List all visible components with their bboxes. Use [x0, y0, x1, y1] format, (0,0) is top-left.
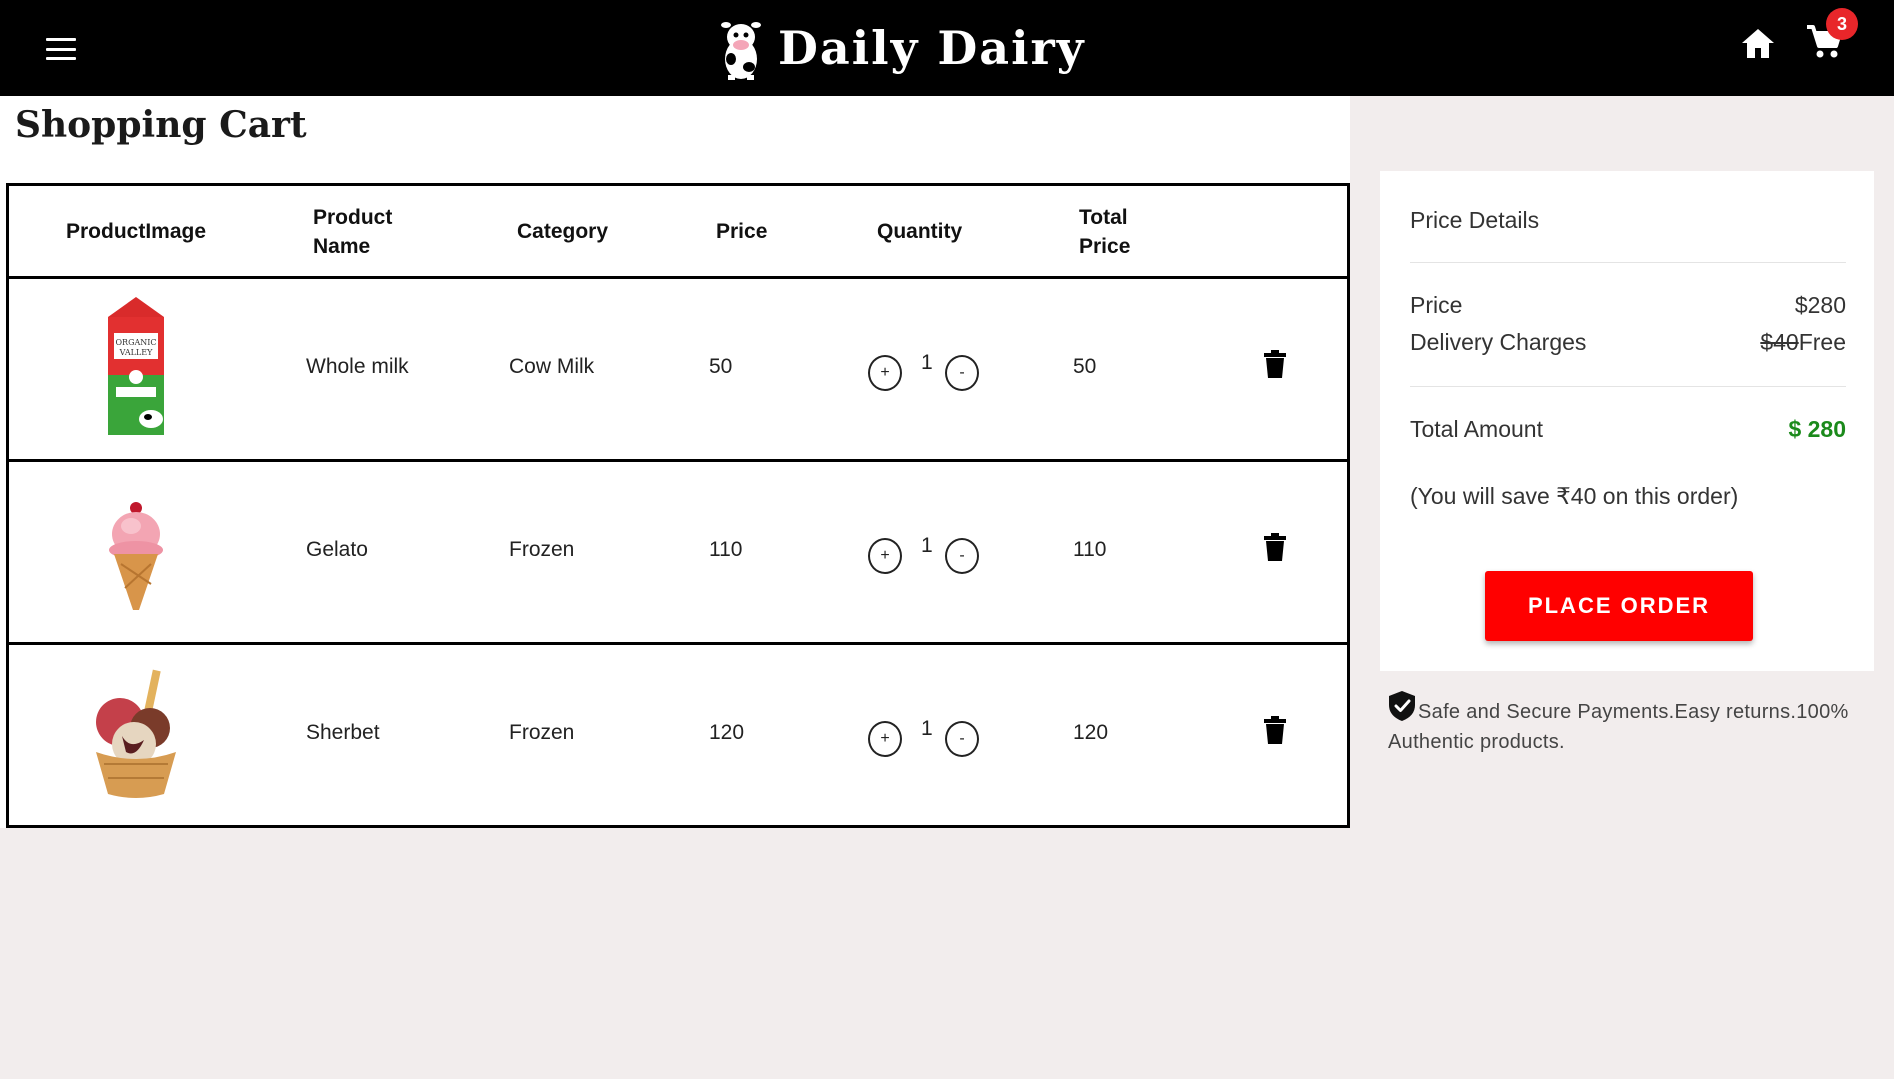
home-icon[interactable] — [1740, 26, 1776, 60]
header-product-image: ProductImage — [66, 220, 207, 243]
quantity-decrease-button[interactable]: - — [945, 538, 979, 574]
header-product-name: Product Name — [313, 206, 393, 258]
product-price: 50 — [709, 355, 733, 378]
divider — [1410, 262, 1846, 263]
product-total: 110 — [1073, 538, 1107, 561]
sherbet-cup-image — [61, 659, 211, 809]
header-total-price: Total Price — [1079, 206, 1131, 258]
product-category: Frozen — [509, 538, 575, 561]
table-header: ProductImage Product Name Category Price… — [9, 186, 1347, 279]
brand[interactable]: Daily Dairy — [716, 8, 1086, 88]
product-category: Cow Milk — [509, 355, 595, 378]
delivery-free: Free — [1798, 329, 1846, 355]
header-quantity: Quantity — [877, 220, 963, 243]
savings-note: (You will save ₹40 on this order) — [1410, 483, 1739, 509]
delivery-value: $40Free — [1760, 329, 1846, 356]
product-total: 50 — [1073, 355, 1097, 378]
top-navbar: Daily Dairy 3 — [0, 0, 1894, 96]
product-category: Frozen — [509, 721, 575, 744]
product-name: Whole milk — [306, 355, 409, 378]
price-row: Price $280 — [1410, 292, 1846, 319]
divider — [1410, 386, 1846, 387]
delete-icon[interactable] — [1263, 532, 1287, 562]
quantity-increase-button[interactable]: + — [868, 538, 902, 574]
quantity-increase-button[interactable]: + — [868, 355, 902, 391]
delivery-original-price: $40 — [1760, 329, 1799, 355]
quantity-decrease-button[interactable]: - — [945, 721, 979, 757]
place-order-button[interactable]: PLACE ORDER — [1485, 571, 1753, 641]
secure-payments-note: Safe and Secure Payments.Easy returns.10… — [1388, 690, 1878, 757]
brand-name: Daily Dairy — [778, 21, 1086, 75]
product-total: 120 — [1073, 721, 1109, 744]
secure-payments-text: Safe and Secure Payments.Easy returns.10… — [1388, 701, 1849, 753]
quantity-decrease-button[interactable]: - — [945, 355, 979, 391]
price-value: $280 — [1794, 292, 1846, 318]
delete-icon[interactable] — [1263, 715, 1287, 745]
menu-icon[interactable] — [46, 38, 76, 60]
table-row: ORGANIC VALLEY Whole milk Cow Milk 50 + … — [9, 279, 1347, 462]
cart-table: ProductImage Product Name Category Price… — [6, 183, 1350, 828]
cow-logo-icon — [721, 22, 761, 80]
product-name: Sherbet — [306, 721, 380, 744]
delete-icon[interactable] — [1263, 349, 1287, 379]
total-value: $ 280 — [1788, 416, 1846, 442]
quantity-increase-button[interactable]: + — [868, 721, 902, 757]
price-details-title: Price Details — [1410, 207, 1540, 233]
gelato-cone-image — [61, 476, 211, 626]
product-name: Gelato — [306, 538, 368, 561]
quantity-value: 1 — [921, 351, 933, 374]
total-label: Total Amount — [1410, 416, 1543, 442]
shield-check-icon — [1389, 691, 1415, 721]
total-row: Total Amount $ 280 — [1410, 416, 1846, 443]
product-price: 120 — [709, 721, 745, 744]
header-category: Category — [517, 220, 609, 243]
svg-text:VALLEY: VALLEY — [119, 348, 153, 357]
price-label: Price — [1410, 292, 1463, 318]
product-price: 110 — [709, 538, 743, 561]
quantity-value: 1 — [921, 717, 933, 740]
page-title: Shopping Cart — [15, 104, 307, 146]
milk-carton-image: ORGANIC VALLEY — [61, 293, 211, 443]
table-row: Sherbet Frozen 120 + 1 - 120 — [9, 645, 1347, 828]
header-price: Price — [716, 220, 768, 243]
delivery-row: Delivery Charges $40Free — [1410, 329, 1846, 356]
cart-count-badge: 3 — [1826, 8, 1858, 40]
table-row: Gelato Frozen 110 + 1 - 110 — [9, 462, 1347, 645]
svg-text:ORGANIC: ORGANIC — [115, 338, 156, 347]
price-details-card: Price Details Price $280 Delivery Charge… — [1380, 171, 1874, 671]
quantity-value: 1 — [921, 534, 933, 557]
delivery-label: Delivery Charges — [1410, 329, 1587, 355]
